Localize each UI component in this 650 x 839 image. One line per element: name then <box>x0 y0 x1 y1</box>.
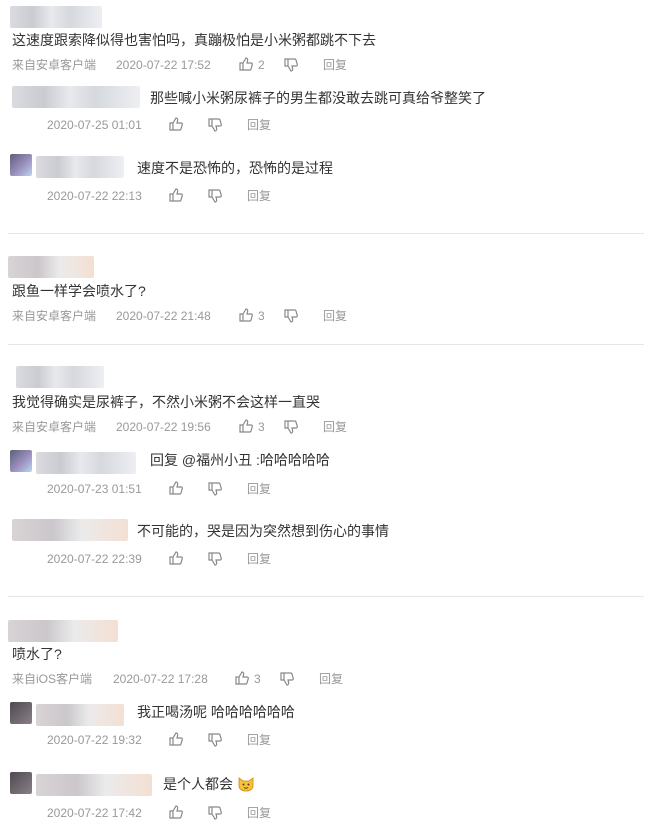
thumbs-up-icon[interactable] <box>168 187 184 203</box>
divider <box>8 344 644 345</box>
comment-1-reply-button[interactable]: 回复 <box>323 56 347 74</box>
comment-2-source: 来自安卓客户端 <box>12 309 97 323</box>
comment-2-text: 跟鱼一样学会喷水了? <box>12 283 146 299</box>
reply-4-2-reply-button[interactable]: 回复 <box>247 804 271 822</box>
thumbs-down-icon[interactable] <box>279 671 295 687</box>
avatar[interactable] <box>10 702 32 724</box>
comment-4-text: 喷水了? <box>12 646 62 662</box>
reply-1-2-text: 速度不是恐怖的，恐怖的是过程 <box>137 160 333 176</box>
comment-3-reply-button[interactable]: 回复 <box>323 418 347 436</box>
reply-3-1-reply-button[interactable]: 回复 <box>247 480 271 498</box>
reply-3-1-username[interactable] <box>36 452 136 474</box>
thumbs-up-icon[interactable] <box>168 550 184 566</box>
comment-2-like-count: 3 <box>258 309 265 323</box>
reply-1-2-reply-button[interactable]: 回复 <box>247 187 271 205</box>
cat-emoji-icon <box>238 777 254 792</box>
divider <box>8 596 644 597</box>
comment-3-username[interactable] <box>16 366 104 388</box>
thumbs-up-icon[interactable] <box>168 480 184 496</box>
divider <box>8 233 644 234</box>
comment-4-time: 2020-07-22 17:28 <box>113 672 208 686</box>
thumbs-down-icon[interactable] <box>207 188 223 204</box>
reply-4-1-text: 我正喝汤呢 哈哈哈哈哈哈 <box>137 704 295 720</box>
reply-1-2-time: 2020-07-22 22:13 <box>47 189 142 203</box>
comment-3-like-count: 3 <box>258 420 265 434</box>
comment-2-username[interactable] <box>8 256 94 278</box>
comment-1-source: 来自安卓客户端 <box>12 58 97 72</box>
reply-prefix: 回复 <box>150 452 182 468</box>
comment-1-text: 这速度跟索降似得也害怕吗，真蹦极怕是小米粥都跳不下去 <box>12 32 376 48</box>
reply-3-1-time: 2020-07-23 01:51 <box>47 482 142 496</box>
reply-4-2-text: 是个人都会 <box>163 776 233 792</box>
reply-3-2-reply-button[interactable]: 回复 <box>247 550 271 568</box>
reply-1-1-username[interactable] <box>12 86 140 108</box>
reply-4-2-username[interactable] <box>36 774 152 796</box>
reply-3-2-username[interactable] <box>12 519 128 541</box>
reply-4-1-time: 2020-07-22 19:32 <box>47 733 142 747</box>
comment-1-like-count: 2 <box>258 58 265 72</box>
avatar[interactable] <box>10 154 32 176</box>
reply-suffix: :哈哈哈哈哈 <box>252 452 330 468</box>
reply-3-2-time: 2020-07-22 22:39 <box>47 552 142 566</box>
thumbs-up-icon[interactable] <box>168 731 184 747</box>
reply-1-1-reply-button[interactable]: 回复 <box>247 116 271 134</box>
thumbs-down-icon[interactable] <box>207 481 223 497</box>
thumbs-down-icon[interactable] <box>207 732 223 748</box>
comment-4-source: 来自iOS客户端 <box>12 672 93 686</box>
avatar[interactable] <box>10 450 32 472</box>
reply-3-2-text: 不可能的，哭是因为突然想到伤心的事情 <box>137 523 389 539</box>
thumbs-down-icon[interactable] <box>207 805 223 821</box>
comment-3-source: 来自安卓客户端 <box>12 420 97 434</box>
comment-1-time: 2020-07-22 17:52 <box>116 58 211 72</box>
thumbs-up-icon[interactable] <box>234 670 250 686</box>
comment-2-time: 2020-07-22 21:48 <box>116 309 211 323</box>
reply-3-1-text: 回复 @福州小丑 :哈哈哈哈哈 <box>150 450 330 470</box>
comment-3-text: 我觉得确实是尿裤子，不然小米粥不会这样一直哭 <box>12 394 320 410</box>
thumbs-down-icon[interactable] <box>283 419 299 435</box>
mention-link[interactable]: @福州小丑 <box>182 452 252 468</box>
reply-1-1-time: 2020-07-25 01:01 <box>47 118 142 132</box>
comment-2-reply-button[interactable]: 回复 <box>323 307 347 325</box>
comment-4-like-count: 3 <box>254 672 261 686</box>
thumbs-down-icon[interactable] <box>283 57 299 73</box>
thumbs-down-icon[interactable] <box>207 551 223 567</box>
thumbs-down-icon[interactable] <box>283 308 299 324</box>
comment-4-username[interactable] <box>8 620 118 642</box>
reply-4-2-time: 2020-07-22 17:42 <box>47 806 142 820</box>
comment-1-username[interactable] <box>10 6 102 28</box>
thumbs-up-icon[interactable] <box>168 116 184 132</box>
reply-4-1-username[interactable] <box>36 704 124 726</box>
comment-4-reply-button[interactable]: 回复 <box>319 670 343 688</box>
thumbs-up-icon[interactable] <box>168 804 184 820</box>
thumbs-up-icon[interactable] <box>238 56 254 72</box>
thumbs-up-icon[interactable] <box>238 418 254 434</box>
reply-1-2-username[interactable] <box>36 156 124 178</box>
reply-1-1-text: 那些喊小米粥尿裤子的男生都没敢去跳可真给爷整笑了 <box>150 90 486 106</box>
avatar[interactable] <box>10 772 32 794</box>
thumbs-down-icon[interactable] <box>207 117 223 133</box>
thumbs-up-icon[interactable] <box>238 307 254 323</box>
comment-3-time: 2020-07-22 19:56 <box>116 420 211 434</box>
reply-4-1-reply-button[interactable]: 回复 <box>247 731 271 749</box>
